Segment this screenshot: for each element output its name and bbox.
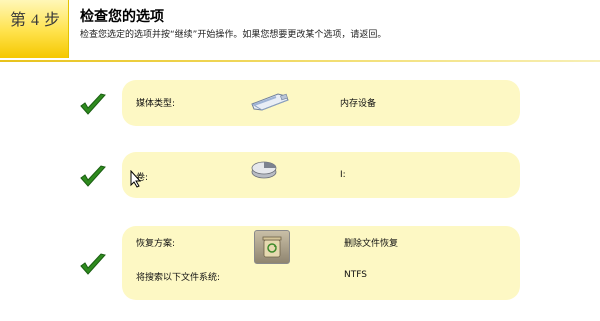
page-subtitle: 检查您选定的选项并按“继续”开始操作。如果您想要更改某个选项，请返回。	[80, 30, 387, 40]
check-icon	[80, 253, 106, 275]
volume-value: I:	[340, 170, 346, 180]
recovery-plan-label: 恢复方案:	[136, 239, 176, 249]
check-icon	[80, 93, 106, 115]
wizard-header: 第 4 步 检查您的选项 检查您选定的选项并按“继续”开始操作。如果您想要更改某…	[0, 0, 600, 62]
page-title: 检查您的选项	[80, 9, 164, 25]
volume-panel: 卷: I:	[122, 152, 520, 198]
step-badge: 第 4 步	[0, 0, 69, 58]
check-icon	[80, 165, 106, 187]
step-label: 第 4 步	[10, 12, 61, 29]
recovery-plan-value: 删除文件恢复	[344, 239, 399, 249]
disk-volume-icon	[251, 161, 277, 179]
usb-drive-icon	[251, 93, 289, 111]
header-divider	[0, 60, 600, 62]
filesystem-label: 将搜索以下文件系统:	[136, 273, 221, 283]
mouse-pointer-icon	[130, 170, 142, 188]
filesystem-value: NTFS	[344, 270, 367, 280]
media-type-label: 媒体类型:	[136, 99, 176, 109]
recovery-panel: 恢复方案: 删除文件恢复 将搜索以下文件系统: NTFS	[122, 226, 520, 300]
media-type-panel: 媒体类型: 内存设备	[122, 80, 520, 126]
media-type-value: 内存设备	[340, 99, 377, 109]
recycle-bin-icon	[254, 230, 290, 264]
